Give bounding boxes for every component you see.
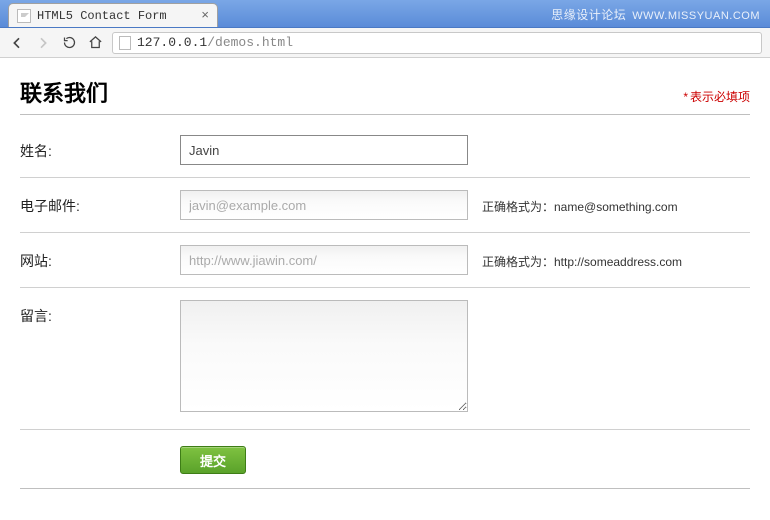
label-message: 留言:	[20, 300, 180, 326]
browser-tab[interactable]: HTML5 Contact Form ×	[8, 3, 218, 27]
tab-title: HTML5 Contact Form	[37, 9, 167, 23]
browser-toolbar: 127.0.0.1/demos.html	[0, 28, 770, 58]
row-name: 姓名:	[20, 123, 750, 178]
row-submit: 提交	[20, 430, 750, 489]
label-website: 网站:	[20, 245, 180, 271]
home-button[interactable]	[86, 34, 104, 52]
row-message: 留言:	[20, 288, 750, 430]
page-content: 联系我们 *表示必填项 姓名: 电子邮件: 正确格式为：name@somethi…	[0, 58, 770, 489]
website-input[interactable]	[180, 245, 468, 275]
required-note: *表示必填项	[683, 88, 750, 105]
page-title: 联系我们	[20, 76, 108, 108]
address-bar[interactable]: 127.0.0.1/demos.html	[112, 32, 762, 54]
url-host: 127.0.0.1	[137, 35, 207, 50]
page-icon	[17, 9, 31, 23]
url-path: /demos.html	[207, 35, 293, 50]
required-star-icon: *	[683, 90, 688, 104]
label-name: 姓名:	[20, 135, 180, 161]
submit-button[interactable]: 提交	[180, 446, 246, 474]
file-icon	[119, 36, 131, 50]
name-input[interactable]	[180, 135, 468, 165]
email-input[interactable]	[180, 190, 468, 220]
hint-website: 正确格式为：http://someaddress.com	[470, 245, 682, 270]
label-email: 电子邮件:	[20, 190, 180, 216]
message-textarea[interactable]	[180, 300, 468, 412]
forward-button[interactable]	[34, 34, 52, 52]
hint-email: 正确格式为：name@something.com	[470, 190, 678, 215]
row-website: 网站: 正确格式为：http://someaddress.com	[20, 233, 750, 288]
row-email: 电子邮件: 正确格式为：name@something.com	[20, 178, 750, 233]
back-button[interactable]	[8, 34, 26, 52]
reload-button[interactable]	[60, 34, 78, 52]
watermark: 思缘设计论坛WWW.MISSYUAN.COM	[551, 6, 760, 23]
browser-tabbar: HTML5 Contact Form × 思缘设计论坛WWW.MISSYUAN.…	[0, 0, 770, 28]
close-icon[interactable]: ×	[201, 9, 209, 22]
